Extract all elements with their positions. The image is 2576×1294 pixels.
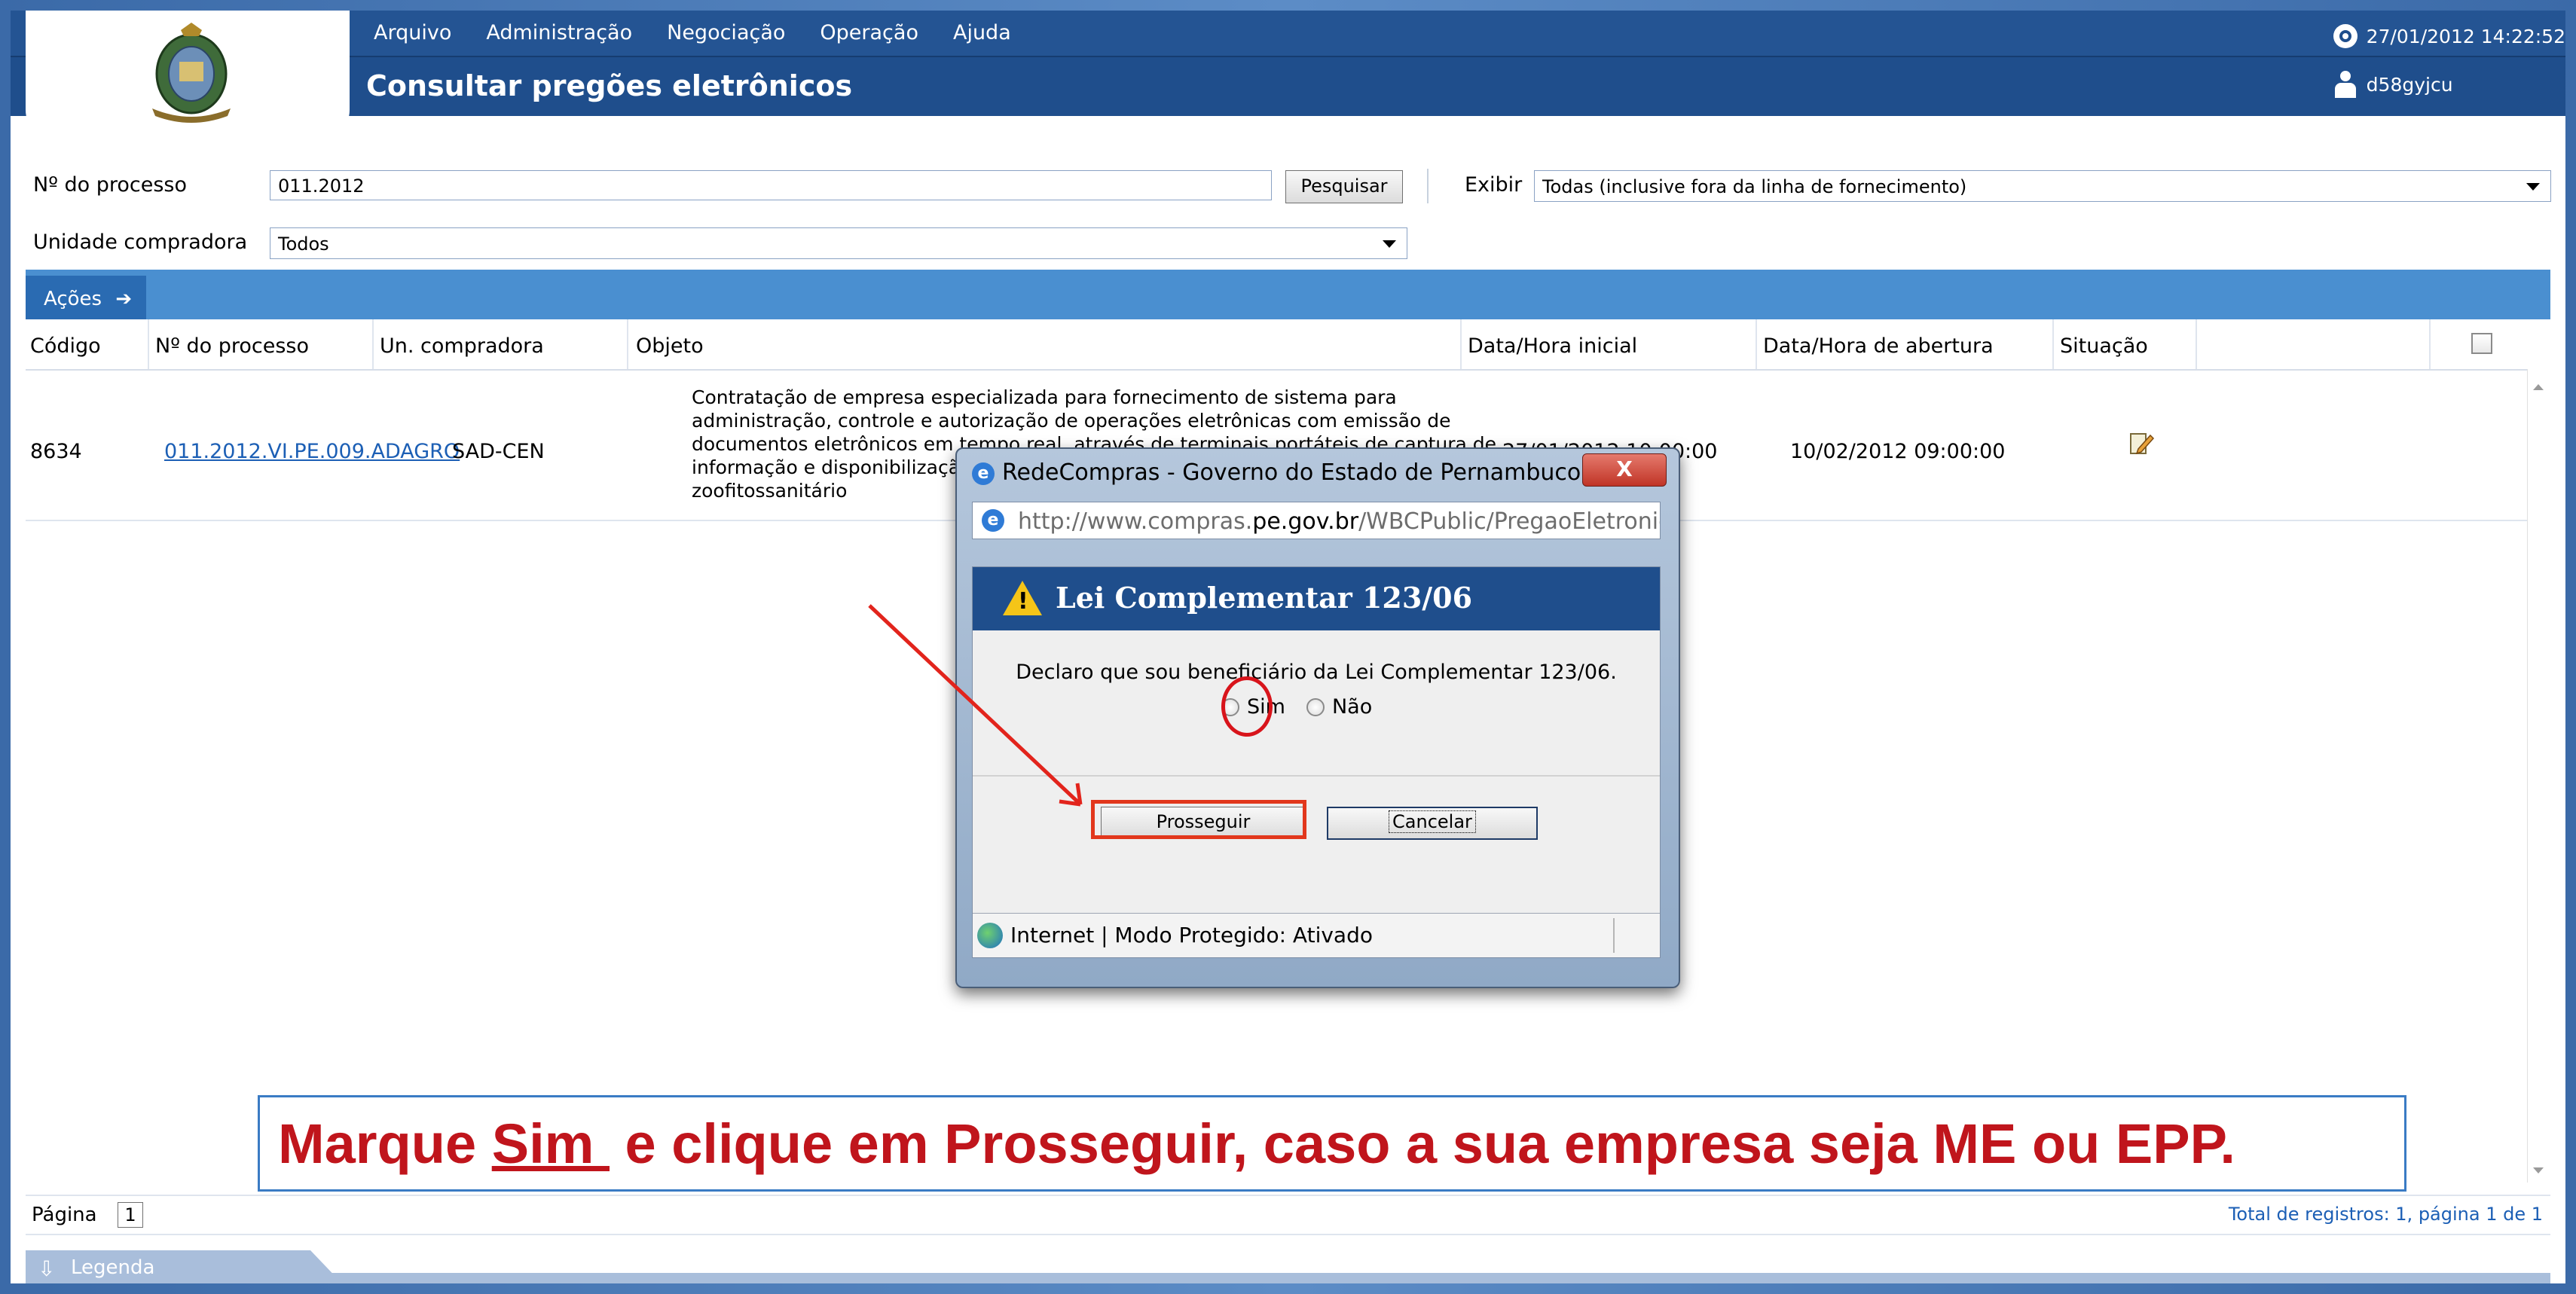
annotation-arrow: [868, 604, 1083, 807]
highlight-circle-sim: [1221, 676, 1273, 737]
application-frame: Arquivo Administração Negociação Operaçã…: [11, 11, 2565, 1283]
highlight-rect-prosseguir: [1091, 800, 1306, 839]
